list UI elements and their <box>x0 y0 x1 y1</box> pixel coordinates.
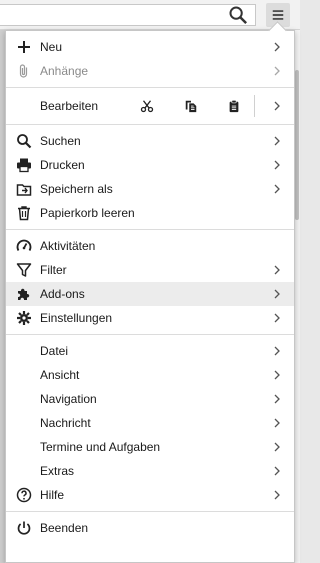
chevron-right-icon <box>272 289 282 299</box>
menu-item-drucken[interactable]: Drucken <box>6 153 294 177</box>
menu-item-label: Filter <box>40 263 67 277</box>
menu-item-label: Hilfe <box>40 488 65 502</box>
app-menu-popup: Neu Anhänge Bearbeiten Suchen Drucken Sp… <box>5 30 295 563</box>
menu-group-file-ops: Suchen Drucken Speichern als Papierkorb … <box>6 125 294 230</box>
chevron-right-icon <box>272 101 282 111</box>
menu-item-label: Beenden <box>40 521 89 535</box>
menu-item-hilfe[interactable]: Hilfe <box>6 483 294 507</box>
menu-item-label: Suchen <box>40 134 81 148</box>
menu-item-label: Extras <box>40 464 75 478</box>
menu-item-filter[interactable]: Filter <box>6 258 294 282</box>
chevron-right-icon <box>272 160 282 170</box>
scissors-icon[interactable] <box>137 97 157 115</box>
copy-icon[interactable] <box>181 97 201 115</box>
chevron-right-icon <box>272 418 282 428</box>
menu-item-bearbeiten[interactable]: Bearbeiten <box>6 92 294 120</box>
menu-item-label: Anhänge <box>40 64 89 78</box>
menu-item-label: Add-ons <box>40 287 85 301</box>
menu-item-anhaenge[interactable]: Anhänge <box>6 59 294 83</box>
menu-item-add-ons[interactable]: Add-ons <box>6 282 294 306</box>
menu-group-tools: Aktivitäten Filter Add-ons Einstellungen <box>6 230 294 335</box>
menu-group-quit: Beenden <box>6 512 294 544</box>
gauge-icon <box>16 238 32 254</box>
power-icon <box>16 520 32 536</box>
menu-item-label: Papierkorb leeren <box>40 206 135 220</box>
chevron-right-icon <box>272 490 282 500</box>
menu-item-label: Datei <box>40 344 69 358</box>
menu-group-classic-menus: Datei Ansicht Navigation Nachricht Termi… <box>6 335 294 512</box>
gear-icon <box>16 310 32 326</box>
puzzle-icon <box>16 286 32 302</box>
chevron-right-icon <box>272 42 282 52</box>
clipboard-icon[interactable] <box>224 97 244 115</box>
menu-item-neu[interactable]: Neu <box>6 35 294 59</box>
chevron-right-icon <box>272 66 282 76</box>
plus-icon <box>16 39 32 55</box>
search-icon <box>16 133 32 149</box>
filter-icon <box>16 262 32 278</box>
menu-item-einstellungen[interactable]: Einstellungen <box>6 306 294 330</box>
menu-item-beenden[interactable]: Beenden <box>6 516 294 540</box>
menu-item-nachricht[interactable]: Nachricht <box>6 411 294 435</box>
search-input[interactable] <box>0 4 256 26</box>
menu-group-edit: Bearbeiten <box>6 88 294 125</box>
chevron-right-icon <box>272 346 282 356</box>
menu-item-label: Neu <box>40 40 63 54</box>
menu-item-suchen[interactable]: Suchen <box>6 129 294 153</box>
chevron-right-icon <box>272 313 282 323</box>
printer-icon <box>16 157 32 173</box>
menu-item-label: Bearbeiten <box>40 99 99 113</box>
chevron-right-icon <box>272 442 282 452</box>
menu-item-datei[interactable]: Datei <box>6 339 294 363</box>
paperclip-icon <box>16 63 32 79</box>
menu-item-extras[interactable]: Extras <box>6 459 294 483</box>
menu-item-label: Drucken <box>40 158 85 172</box>
chevron-right-icon <box>272 370 282 380</box>
save-as-icon <box>16 181 32 197</box>
menu-item-label: Einstellungen <box>40 311 113 325</box>
menu-item-papierkorb-leeren[interactable]: Papierkorb leeren <box>6 201 294 225</box>
menu-item-label: Aktivitäten <box>40 239 96 253</box>
menu-item-label: Navigation <box>40 392 97 406</box>
menu-item-termine-und-aufgaben[interactable]: Termine und Aufgaben <box>6 435 294 459</box>
menu-item-ansicht[interactable]: Ansicht <box>6 363 294 387</box>
chevron-right-icon <box>272 184 282 194</box>
help-icon <box>16 487 32 503</box>
menu-item-aktivitaeten[interactable]: Aktivitäten <box>6 234 294 258</box>
menu-item-speichern-als[interactable]: Speichern als <box>6 177 294 201</box>
divider <box>254 95 255 117</box>
chevron-right-icon <box>272 265 282 275</box>
menu-item-label: Ansicht <box>40 368 80 382</box>
background-scrollbar[interactable] <box>295 70 299 220</box>
chevron-right-icon <box>272 466 282 476</box>
menu-item-label: Termine und Aufgaben <box>40 440 161 454</box>
trash-icon <box>16 205 32 221</box>
menu-group-new: Neu Anhänge <box>6 31 294 88</box>
menu-item-label: Nachricht <box>40 416 91 430</box>
menu-item-label: Speichern als <box>40 182 113 196</box>
menu-item-navigation[interactable]: Navigation <box>6 387 294 411</box>
toolbar <box>0 0 300 30</box>
chevron-right-icon <box>272 394 282 404</box>
search-icon[interactable] <box>228 5 248 25</box>
chevron-right-icon <box>272 136 282 146</box>
